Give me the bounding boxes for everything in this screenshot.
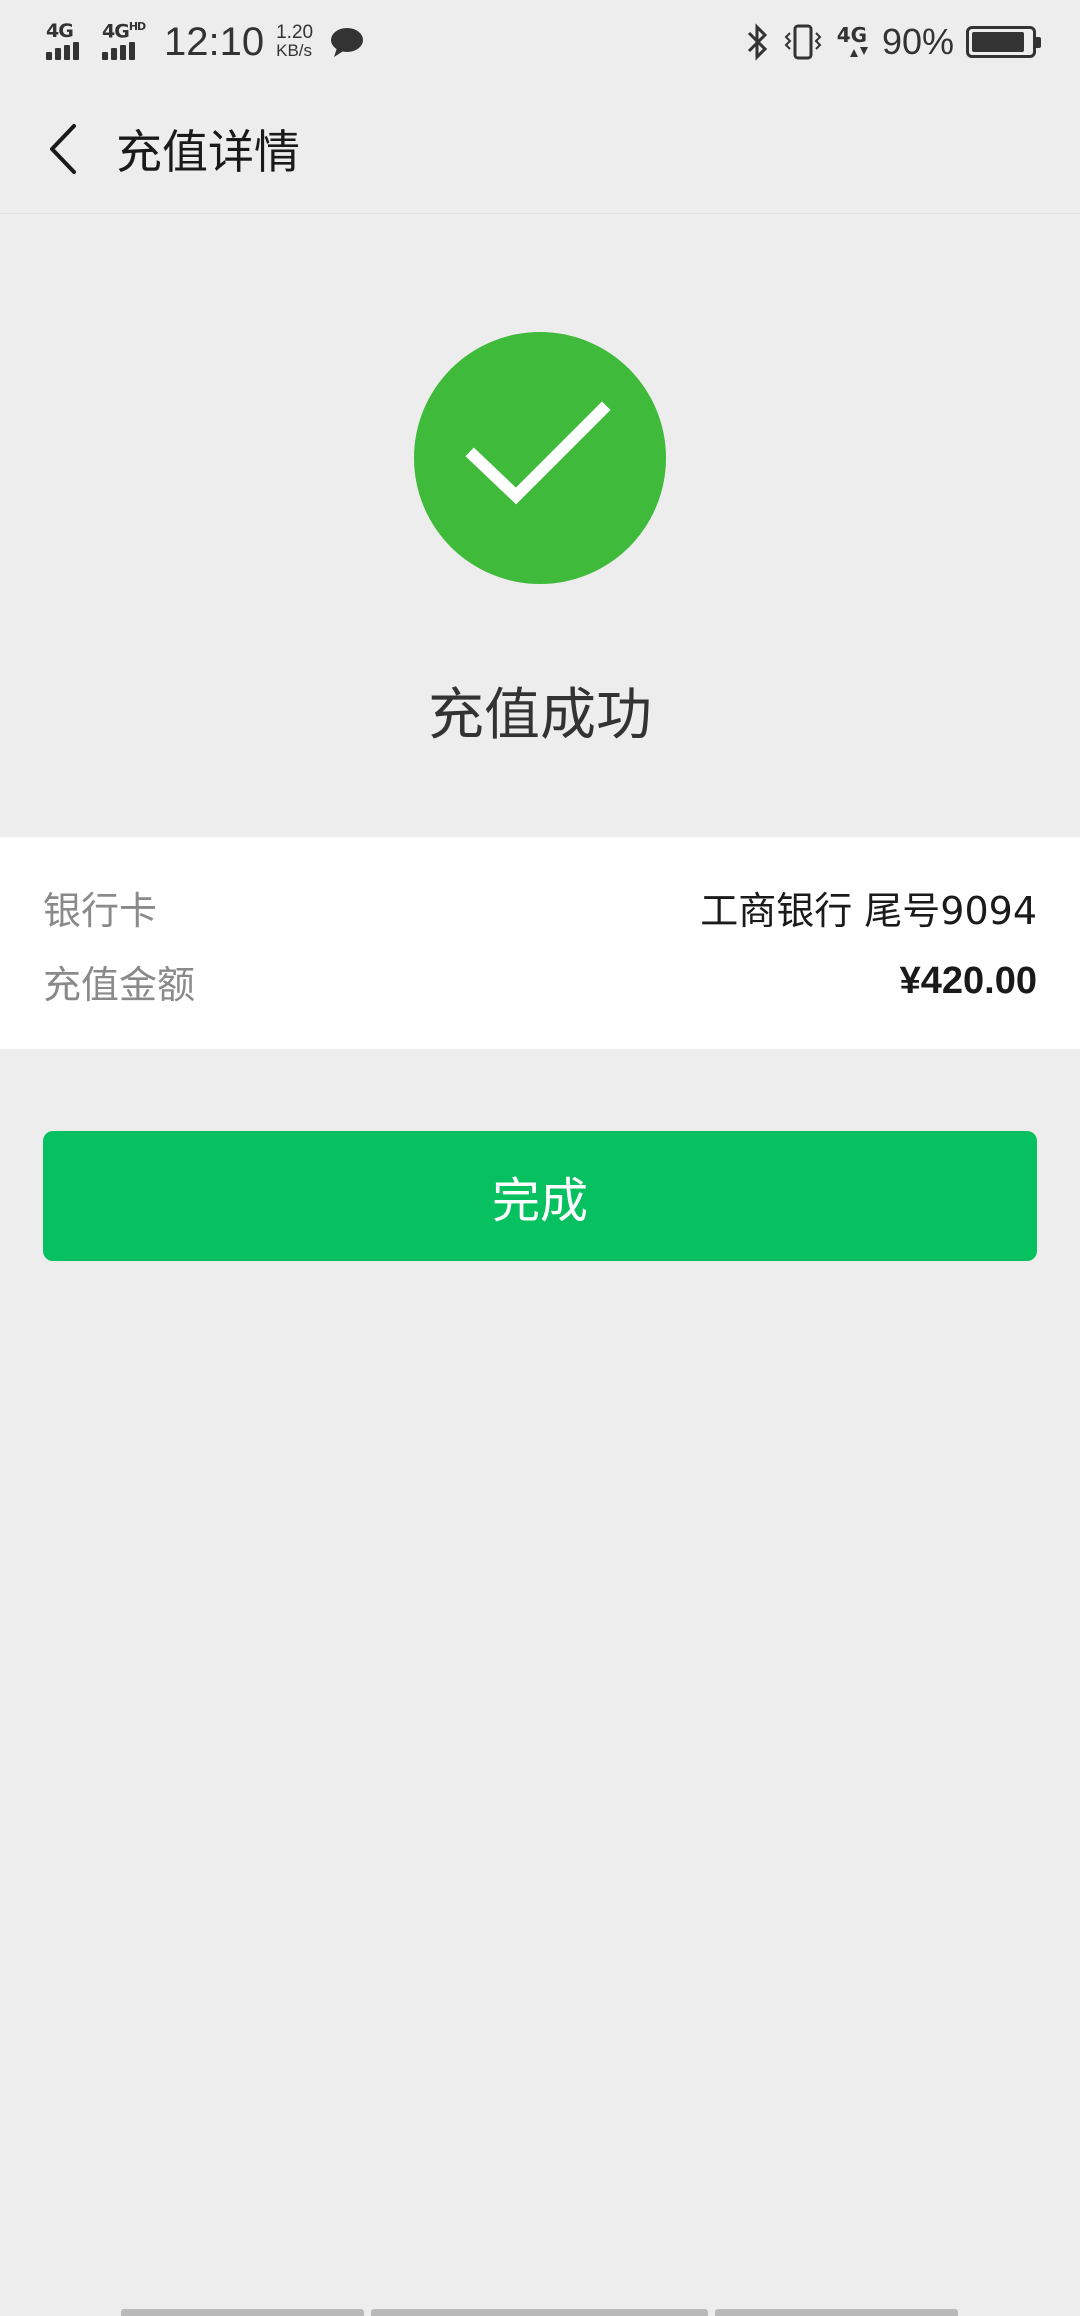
amount-value: ¥420.00 bbox=[899, 959, 1037, 1002]
recharge-detail-screen: 4G 4GHD 12:10 1.20 KB/s 4G 90% 充值详情 充值成功… bbox=[0, 0, 1080, 2316]
detail-card: 银行卡 工商银行 尾号9094 充值金额 ¥420.00 bbox=[0, 837, 1080, 1049]
bank-card-value: 工商银行 尾号9094 bbox=[700, 888, 1037, 933]
data-arrows-icon: 4G bbox=[834, 25, 870, 59]
network-speed: 1.20 KB/s bbox=[276, 22, 314, 60]
nav-bar: 充值详情 bbox=[0, 84, 1080, 214]
battery-icon bbox=[966, 26, 1041, 58]
chat-bubble-icon bbox=[331, 28, 364, 57]
chevron-left-icon bbox=[50, 123, 76, 174]
network-speed-unit: KB/s bbox=[276, 41, 313, 60]
status-bar: 4G 4GHD 12:10 1.20 KB/s 4G 90% bbox=[0, 0, 1080, 84]
network-type-2-suffix: HD bbox=[128, 20, 146, 33]
amount-label: 充值金额 bbox=[43, 962, 196, 1007]
gesture-bar bbox=[0, 2306, 1080, 2316]
network-type-2: 4G bbox=[102, 20, 130, 43]
gesture-segment bbox=[121, 2309, 364, 2316]
gesture-segment bbox=[371, 2309, 708, 2316]
signal-icon: 4G bbox=[46, 20, 92, 62]
clock: 12:10 bbox=[164, 19, 265, 64]
detail-row-amount: 充值金额 ¥420.00 bbox=[43, 951, 1037, 1011]
vibrate-icon bbox=[784, 24, 822, 60]
signal-icon: 4GHD bbox=[102, 20, 148, 62]
network-speed-value: 1.20 bbox=[276, 22, 314, 43]
check-circle-icon bbox=[414, 332, 666, 584]
back-button[interactable] bbox=[18, 84, 108, 214]
battery-percent: 90% bbox=[881, 21, 954, 62]
check-icon bbox=[465, 401, 611, 505]
bank-card-label: 银行卡 bbox=[43, 888, 158, 933]
detail-row-bank-card: 银行卡 工商银行 尾号9094 bbox=[43, 877, 1037, 937]
result-title: 充值成功 bbox=[428, 683, 652, 748]
network-type-1: 4G bbox=[46, 20, 74, 42]
gesture-segment bbox=[715, 2309, 958, 2316]
data-network-type: 4G bbox=[836, 23, 868, 47]
bluetooth-icon bbox=[747, 23, 768, 61]
page-title: 充值详情 bbox=[116, 124, 300, 179]
battery-level bbox=[972, 32, 1025, 52]
done-button[interactable]: 完成 bbox=[43, 1131, 1037, 1261]
